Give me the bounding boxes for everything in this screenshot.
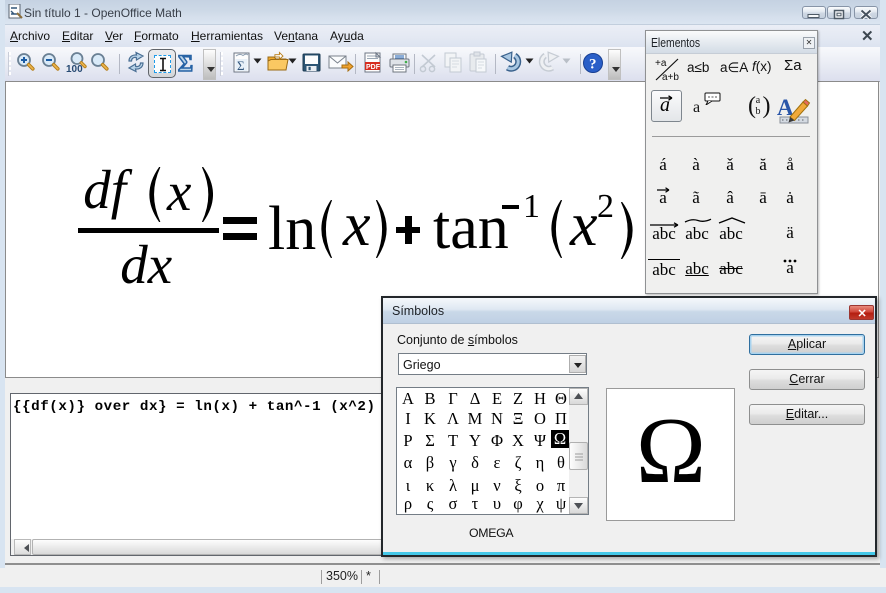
svg-text:Σ: Σ (178, 51, 193, 75)
svg-text:a+b: a+b (662, 72, 679, 82)
svg-text:100: 100 (66, 64, 83, 75)
svg-text:?: ? (589, 57, 597, 73)
svg-text:PDF: PDF (366, 64, 381, 71)
svg-text:Σ: Σ (237, 58, 245, 73)
svg-text:+a: +a (655, 58, 667, 69)
